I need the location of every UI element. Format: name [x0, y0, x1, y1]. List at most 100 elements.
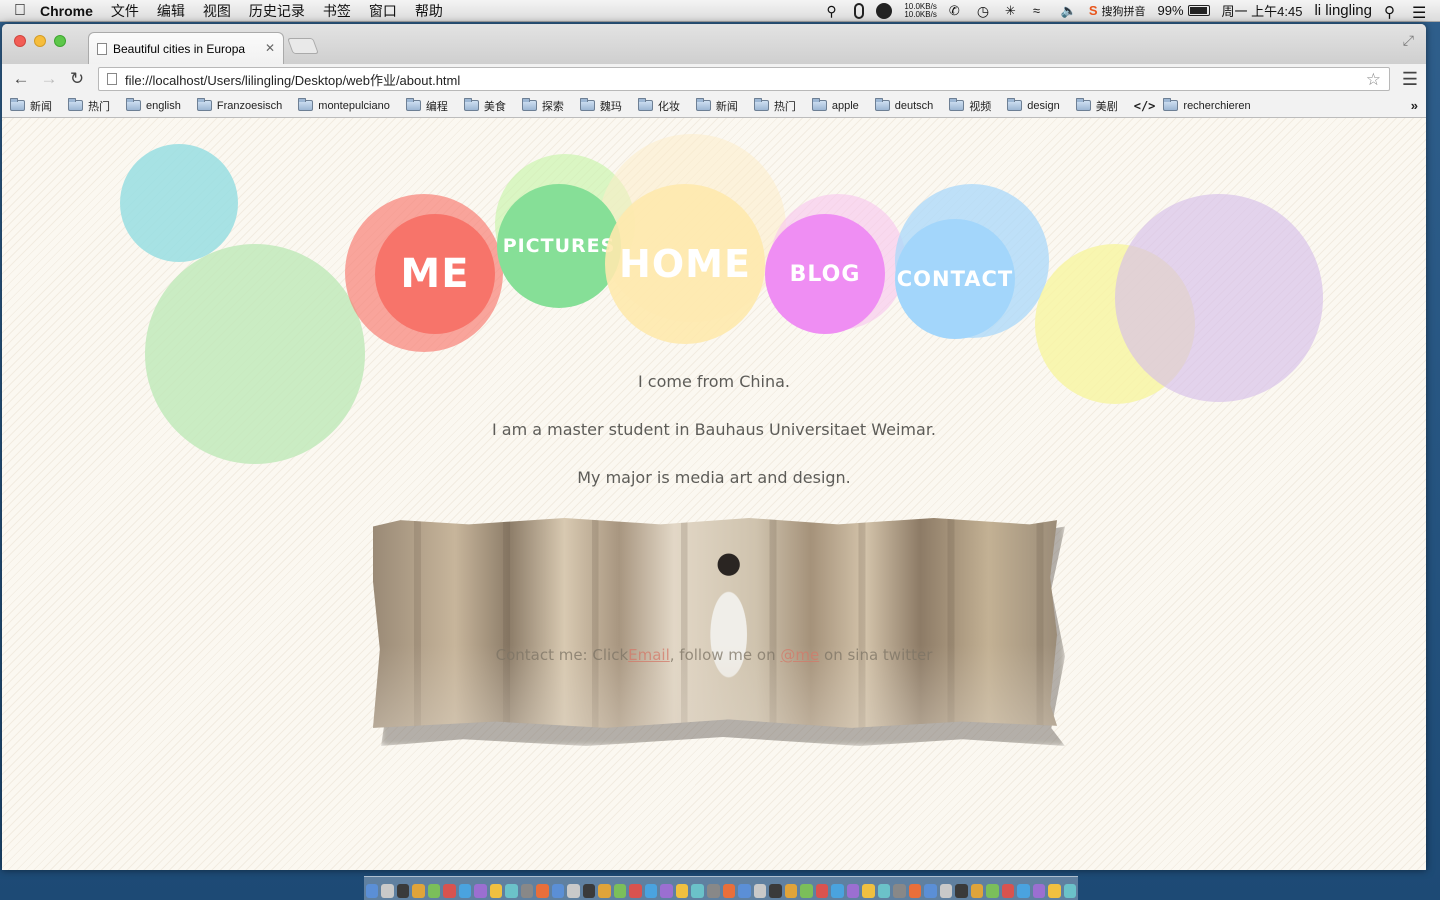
bookmark-folder[interactable]: recherchieren: [1163, 98, 1251, 112]
nav-me-button[interactable]: ME: [375, 214, 495, 334]
dock-app-icon[interactable]: [567, 884, 580, 898]
wifi-icon[interactable]: ≈: [1033, 3, 1049, 19]
dock-app-icon[interactable]: [474, 884, 487, 898]
dock-app-icon[interactable]: [458, 884, 472, 898]
reload-button[interactable]: ↻: [66, 69, 88, 89]
dock-app-icon[interactable]: [877, 884, 891, 898]
dock-app-icon[interactable]: [1017, 884, 1030, 898]
volume-icon[interactable]: 🔈: [1061, 3, 1077, 19]
new-tab-button[interactable]: [287, 38, 319, 54]
tab-close-icon[interactable]: ✕: [265, 41, 275, 55]
dock-app-icon[interactable]: [396, 884, 410, 898]
menu-bookmarks[interactable]: 书签: [323, 1, 351, 21]
bookmark-folder[interactable]: 魏玛: [579, 98, 622, 114]
bookmark-folder[interactable]: 视频: [949, 98, 991, 114]
dock-app-icon[interactable]: [443, 884, 456, 898]
dock-app-icon[interactable]: [520, 884, 534, 898]
bookmark-folder[interactable]: Franzoesisch: [196, 98, 282, 112]
spotlight-search-icon[interactable]: ⚲: [1384, 3, 1400, 21]
dock-app-icon[interactable]: [769, 884, 782, 898]
dock-app-icon[interactable]: [846, 884, 860, 898]
code-bookmark-icon[interactable]: </>: [1134, 99, 1156, 113]
input-method[interactable]: S 搜狗拼音: [1089, 3, 1146, 19]
close-window-button[interactable]: [14, 35, 26, 47]
bookmark-folder[interactable]: 编程: [405, 98, 448, 114]
dock-app-icon[interactable]: [908, 884, 922, 898]
dock-app-icon[interactable]: [691, 884, 704, 898]
menu-edit[interactable]: 编辑: [157, 1, 185, 21]
bookmark-folder[interactable]: 热门: [68, 98, 110, 114]
nav-blog-button[interactable]: BLOG: [765, 214, 885, 334]
active-tab[interactable]: Beautiful cities in Europa ✕: [88, 32, 284, 64]
dock-app-icon[interactable]: [815, 884, 829, 898]
dock-app-icon[interactable]: [753, 884, 767, 898]
dock-app-icon[interactable]: [582, 884, 596, 898]
dock-app-icon[interactable]: [831, 884, 844, 898]
dock-app-icon[interactable]: [675, 884, 689, 898]
dock-app-icon[interactable]: [800, 884, 813, 898]
dark-circle-status-icon[interactable]: [876, 2, 893, 19]
dock-app-icon[interactable]: [598, 884, 611, 898]
bookmark-folder[interactable]: montepulciano: [298, 98, 390, 112]
dock-app-icon[interactable]: [738, 884, 751, 898]
dock-app-icon[interactable]: [939, 884, 953, 898]
bookmark-folder[interactable]: english: [126, 98, 181, 112]
zoom-window-button[interactable]: [54, 35, 66, 47]
dock-app-icon[interactable]: [365, 884, 379, 898]
notification-center-icon[interactable]: ☰: [1412, 3, 1428, 22]
menu-file[interactable]: 文件: [111, 1, 139, 21]
dock-app-icon[interactable]: [381, 884, 394, 898]
menu-help[interactable]: 帮助: [415, 1, 443, 21]
user-name[interactable]: li lingling: [1314, 2, 1372, 19]
dock-app-icon[interactable]: [1001, 884, 1015, 898]
fullscreen-icon[interactable]: ⤢: [1403, 32, 1414, 49]
bookmark-star-icon[interactable]: ☆: [1366, 70, 1381, 90]
menu-history[interactable]: 历史记录: [249, 1, 305, 21]
menu-view[interactable]: 视图: [203, 1, 231, 21]
dock-app-icon[interactable]: [644, 884, 658, 898]
dock-app-icon[interactable]: [629, 884, 642, 898]
dock-app-icon[interactable]: [893, 884, 906, 898]
forward-button[interactable]: →: [38, 69, 60, 89]
bookmark-folder[interactable]: 化妆: [637, 98, 680, 114]
chrome-menu-icon[interactable]: ☰: [1398, 69, 1422, 90]
bookmark-folder[interactable]: 探索: [521, 98, 564, 114]
minimize-window-button[interactable]: [34, 35, 46, 47]
dock-app-icon[interactable]: [862, 884, 875, 898]
weibo-link[interactable]: @me: [780, 646, 819, 664]
email-link[interactable]: Email: [628, 646, 670, 664]
dock-app-icon[interactable]: [955, 884, 968, 898]
bluetooth-icon[interactable]: ✳: [1005, 3, 1021, 19]
dock-app-icon[interactable]: [986, 884, 999, 898]
dock-app-icon[interactable]: [722, 884, 736, 898]
bookmark-folder[interactable]: apple: [811, 98, 859, 112]
dock-app-icon[interactable]: [427, 884, 441, 898]
magnifier-status-icon[interactable]: ⚲: [826, 3, 842, 19]
apple-menu-icon[interactable]: : [0, 2, 40, 20]
address-bar[interactable]: file://localhost/Users/lilingling/Deskto…: [98, 67, 1390, 91]
nav-pictures-button[interactable]: PICTURES: [497, 184, 621, 308]
battery-status[interactable]: 99%: [1158, 3, 1210, 18]
dock-app-icon[interactable]: [1048, 884, 1061, 898]
dock-app-icon[interactable]: [1063, 884, 1077, 898]
evernote-status-icon[interactable]: [854, 2, 865, 19]
dock-app-icon[interactable]: [412, 884, 425, 898]
menu-window[interactable]: 窗口: [369, 1, 397, 21]
phone-status-icon[interactable]: ✆: [949, 3, 965, 19]
bookmark-folder[interactable]: 新闻: [10, 98, 52, 114]
dock-app-icon[interactable]: [613, 884, 627, 898]
nav-contact-button[interactable]: CONTACT: [895, 219, 1015, 339]
dock-app-icon[interactable]: [489, 884, 503, 898]
app-menu-chrome[interactable]: Chrome: [40, 3, 93, 19]
dock-app-icon[interactable]: [551, 884, 565, 898]
dock-app-icon[interactable]: [970, 884, 984, 898]
dock-app-icon[interactable]: [660, 884, 673, 898]
bookmark-folder[interactable]: 美剧: [1075, 98, 1118, 114]
dock-app-icon[interactable]: [536, 884, 549, 898]
bookmark-folder[interactable]: 新闻: [695, 98, 738, 114]
dock-app-icon[interactable]: [784, 884, 798, 898]
nav-home-button[interactable]: HOME: [605, 184, 765, 344]
more-bookmarks-chevron-icon[interactable]: »: [1411, 98, 1418, 113]
dock-app-icon[interactable]: [1032, 884, 1046, 898]
clock[interactable]: 周一 上午4:45: [1222, 1, 1303, 20]
